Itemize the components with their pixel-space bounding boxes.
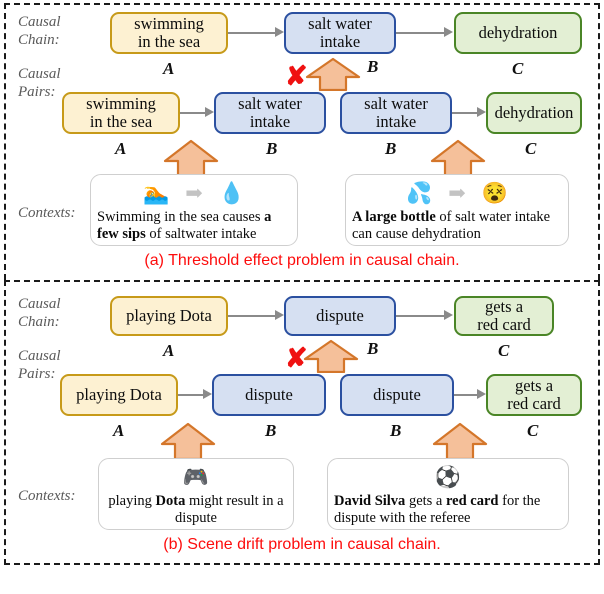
chain-connector-b-1-head bbox=[444, 310, 453, 320]
pair-node-b-0-left-label: playing Dota bbox=[76, 384, 162, 404]
pair-node-a-1-right-label: dehydration bbox=[494, 102, 574, 122]
right-arrow-icon: ➡ bbox=[185, 180, 203, 205]
chain-node-b-1-label: dispute bbox=[316, 305, 364, 325]
pair-connector-b-0 bbox=[178, 394, 203, 396]
up-arrow-b-right bbox=[432, 422, 488, 460]
context-b-0-emojis: 🎮 bbox=[105, 461, 287, 493]
pair-node-b-1-right[interactable]: gets a red card bbox=[486, 374, 582, 416]
pair-node-a-0-right[interactable]: salt water intake bbox=[214, 92, 326, 134]
soccer-ball-icon: ⚽ bbox=[434, 464, 462, 489]
pair-connector-b-1-head bbox=[477, 389, 486, 399]
chain-connector-a-1-head bbox=[444, 27, 453, 37]
pair-letter-a-1-right: C bbox=[525, 139, 537, 158]
pair-letter-b-1-left: B bbox=[390, 421, 402, 440]
up-arrow-b-middle bbox=[303, 339, 359, 373]
pair-letter-a-0-right: B bbox=[266, 139, 278, 158]
chain-node-a-0[interactable]: swimming in the sea bbox=[110, 12, 228, 54]
chain-connector-a-0 bbox=[228, 32, 275, 34]
chain-node-a-1[interactable]: salt water intake bbox=[284, 12, 396, 54]
right-arrow-icon: ➡ bbox=[448, 180, 466, 205]
dizzy-face-icon: 😵 bbox=[481, 180, 508, 205]
pair-connector-a-1-head bbox=[477, 107, 486, 117]
context-a-0-text: Swimming in the sea causes a few sips of… bbox=[97, 209, 272, 242]
chain-node-a-2[interactable]: dehydration bbox=[454, 12, 582, 54]
swimmer-icon: 🏊 bbox=[143, 180, 170, 205]
chain-node-b-1[interactable]: dispute bbox=[284, 296, 396, 336]
row-label-causal-pairs-b: Causal Pairs: bbox=[18, 348, 61, 382]
row-label-causal-chain-a: Causal Chain: bbox=[18, 14, 61, 48]
pair-node-a-0-left-label: swimming in the sea bbox=[86, 93, 156, 131]
pair-letter-b-0-left: A bbox=[113, 421, 125, 440]
context-a-1-emojis: 💦 ➡ 😵 bbox=[352, 177, 562, 209]
context-box-b-0[interactable]: 🎮 playing Dota might result in a dispute bbox=[98, 458, 294, 530]
row-label-causal-pairs-a: Causal Pairs: bbox=[18, 66, 61, 100]
up-arrow-b-left bbox=[160, 422, 216, 460]
context-a-1-text: A large bottle of salt water intake can … bbox=[352, 209, 551, 242]
chain-letter-a-0: A bbox=[163, 59, 175, 78]
pair-letter-a-0-left: A bbox=[115, 139, 127, 158]
pair-connector-a-0 bbox=[180, 112, 205, 114]
chain-node-b-0[interactable]: playing Dota bbox=[110, 296, 228, 336]
chain-letter-a-1: B bbox=[367, 57, 379, 76]
chain-connector-a-0-head bbox=[275, 27, 284, 37]
context-b-1-emojis: ⚽ bbox=[334, 461, 562, 493]
video-game-controller-icon: 🎮 bbox=[182, 464, 210, 489]
pair-connector-b-0-head bbox=[203, 389, 212, 399]
context-box-a-0[interactable]: 🏊 ➡ 💧 Swimming in the sea causes a few s… bbox=[90, 174, 298, 246]
caption-a: (a) Threshold effect problem in causal c… bbox=[144, 252, 460, 269]
chain-node-b-2[interactable]: gets a red card bbox=[454, 296, 554, 336]
context-a-0-emojis: 🏊 ➡ 💧 bbox=[97, 177, 291, 209]
pair-node-a-1-right[interactable]: dehydration bbox=[486, 92, 582, 134]
up-arrow-a-left bbox=[163, 139, 219, 177]
context-b-1-text: David Silva gets a red card for the disp… bbox=[334, 493, 541, 526]
chain-connector-b-1 bbox=[396, 315, 444, 317]
context-box-a-1[interactable]: 💦 ➡ 😵 A large bottle of salt water intak… bbox=[345, 174, 569, 246]
chain-letter-b-1: B bbox=[367, 339, 379, 358]
context-b-0-text: playing Dota might result in a dispute bbox=[108, 493, 284, 526]
pair-node-b-1-right-label: gets a red card bbox=[507, 375, 561, 413]
row-label-contexts-b: Contexts: bbox=[18, 488, 76, 504]
pair-node-b-0-right[interactable]: dispute bbox=[212, 374, 326, 416]
chain-connector-b-0 bbox=[228, 315, 275, 317]
chain-node-a-1-label: salt water intake bbox=[308, 13, 372, 51]
up-arrow-a-middle bbox=[305, 57, 361, 91]
pair-letter-a-1-left: B bbox=[385, 139, 397, 158]
pair-node-b-0-right-label: dispute bbox=[245, 384, 293, 404]
chain-node-b-0-label: playing Dota bbox=[126, 305, 212, 325]
water-droplet-icon: 💧 bbox=[218, 180, 245, 205]
chain-node-a-0-label: swimming in the sea bbox=[134, 13, 204, 51]
pair-letter-b-0-right: B bbox=[265, 421, 277, 440]
row-label-causal-chain-b: Causal Chain: bbox=[18, 296, 61, 330]
pair-connector-b-1 bbox=[454, 394, 477, 396]
pair-node-a-0-right-label: salt water intake bbox=[238, 93, 302, 131]
chain-letter-b-0: A bbox=[163, 341, 175, 360]
chain-node-a-2-label: dehydration bbox=[478, 22, 558, 42]
pair-connector-a-1 bbox=[452, 112, 477, 114]
pair-node-a-0-left[interactable]: swimming in the sea bbox=[62, 92, 180, 134]
pair-connector-a-0-head bbox=[205, 107, 214, 117]
chain-connector-b-0-head bbox=[275, 310, 284, 320]
context-box-b-1[interactable]: ⚽ David Silva gets a red card for the di… bbox=[327, 458, 569, 530]
chain-connector-a-1 bbox=[396, 32, 444, 34]
up-arrow-a-right bbox=[430, 139, 486, 177]
pair-node-b-1-left-label: dispute bbox=[373, 384, 421, 404]
pair-node-a-1-left[interactable]: salt water intake bbox=[340, 92, 452, 134]
chain-letter-b-2: C bbox=[498, 341, 510, 360]
chain-node-b-2-label: gets a red card bbox=[477, 296, 531, 334]
chain-letter-a-2: C bbox=[512, 59, 524, 78]
pair-letter-b-1-right: C bbox=[527, 421, 539, 440]
pair-node-b-0-left[interactable]: playing Dota bbox=[60, 374, 178, 416]
figure-root: Causal Chain: Causal Pairs: Contexts: sw… bbox=[0, 0, 604, 594]
caption-b: (b) Scene drift problem in causal chain. bbox=[163, 536, 441, 553]
pair-node-b-1-left[interactable]: dispute bbox=[340, 374, 454, 416]
pair-node-a-1-left-label: salt water intake bbox=[364, 93, 428, 131]
sweat-droplets-icon: 💦 bbox=[406, 180, 433, 205]
row-label-contexts-a: Contexts: bbox=[18, 205, 76, 221]
